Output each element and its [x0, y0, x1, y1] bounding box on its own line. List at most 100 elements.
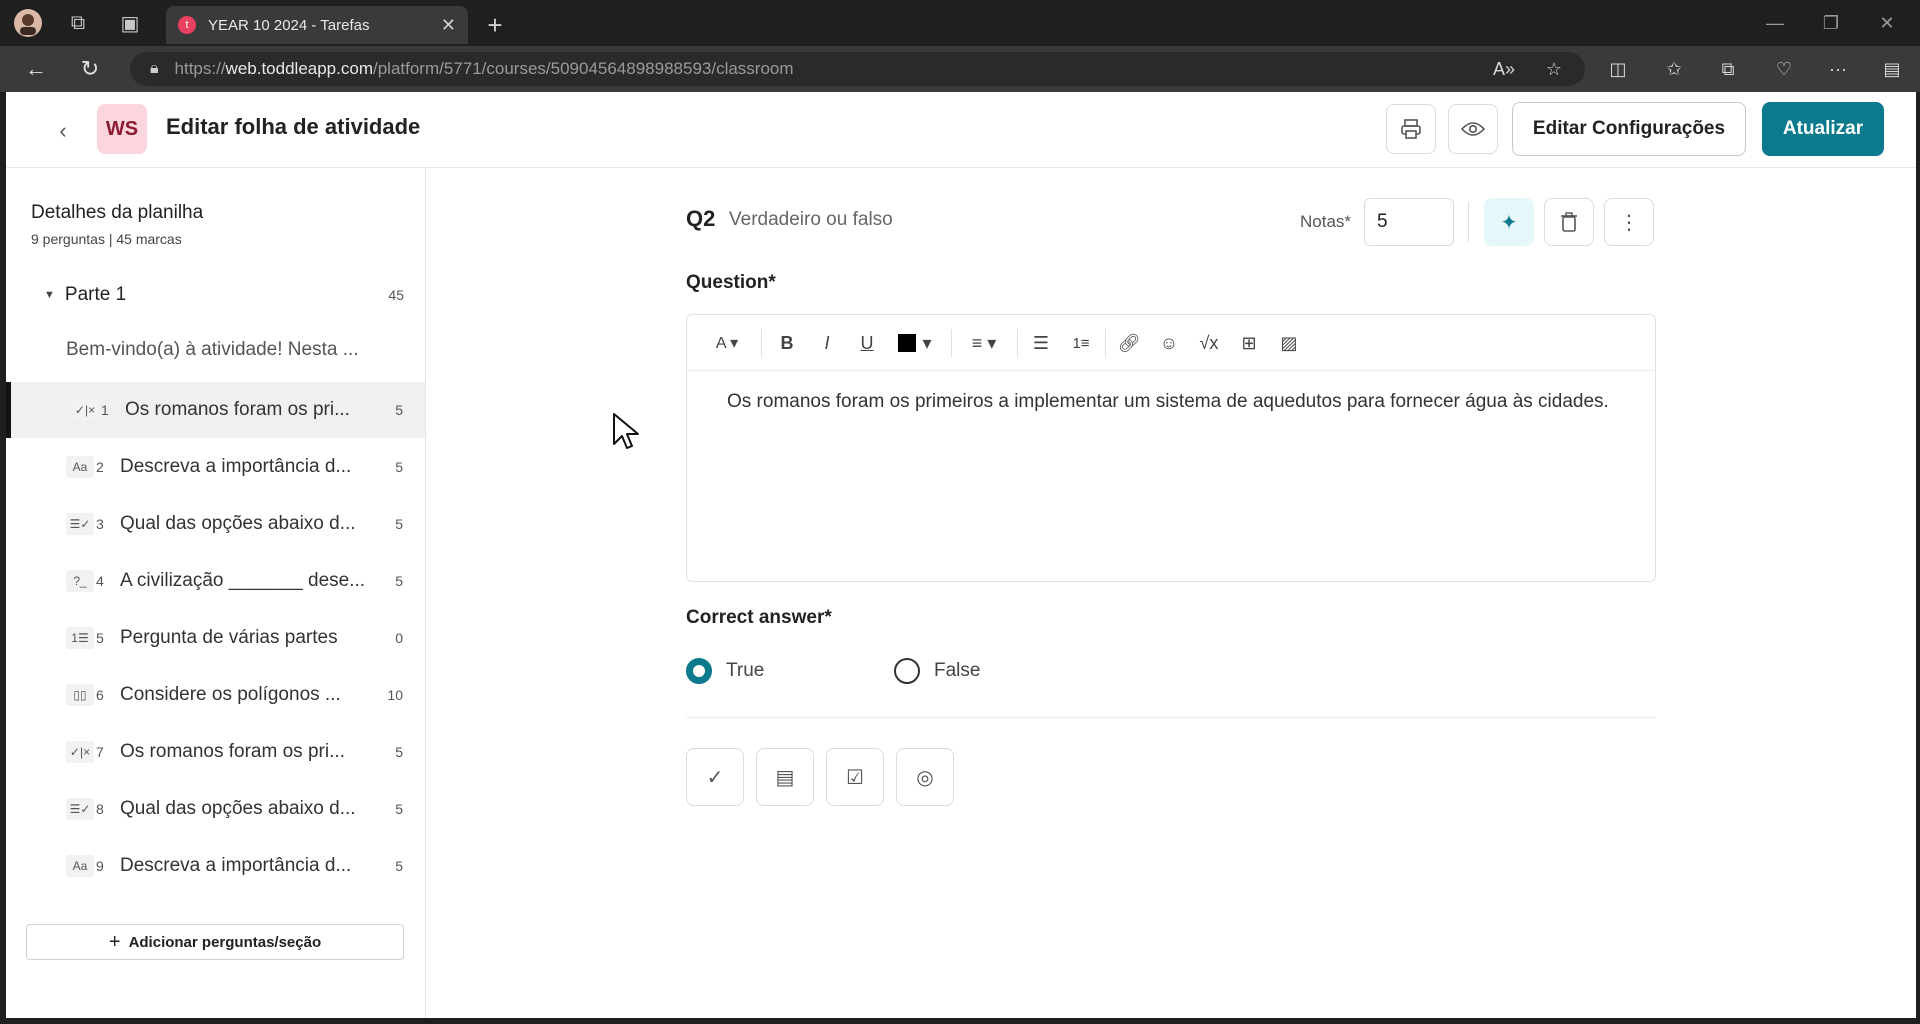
- notes-button[interactable]: ▤: [756, 748, 814, 806]
- new-tab-plus-icon[interactable]: +: [478, 8, 512, 42]
- true-false-type-icon: ✓|×: [66, 741, 94, 763]
- mouse-cursor-icon: [613, 413, 639, 449]
- profile-avatar-icon[interactable]: [8, 0, 48, 46]
- list-item[interactable]: ?_ 4 A civilização _______ dese... 5: [6, 553, 425, 609]
- browser-titlebar: ⧉ ▣ t YEAR 10 2024 - Tarefas ✕ + — ❐ ✕: [0, 0, 1920, 46]
- update-button[interactable]: Atualizar: [1762, 102, 1884, 156]
- target-button[interactable]: ◎: [896, 748, 954, 806]
- health-icon[interactable]: ♡: [1766, 52, 1802, 86]
- section-marks: 45: [388, 287, 404, 303]
- restore-icon[interactable]: ❐: [1808, 0, 1854, 46]
- align-left-dropdown[interactable]: ≡ ▾: [963, 329, 1005, 357]
- workspaces-icon[interactable]: ⧉: [58, 0, 98, 46]
- math-formula-icon[interactable]: √x: [1195, 329, 1223, 357]
- question-number: 6: [96, 687, 104, 703]
- url-input[interactable]: 🔒︎ https://web.toddleapp.com/platform/57…: [130, 52, 1585, 86]
- question-number: 8: [96, 801, 104, 817]
- question-marks: 5: [395, 801, 403, 817]
- section-part-1[interactable]: ▼ Parte 1 45: [44, 284, 404, 306]
- read-aloud-icon[interactable]: A»: [1486, 52, 1522, 86]
- link-icon[interactable]: 🔗︎: [1115, 329, 1143, 357]
- list-item[interactable]: ☰✓ 3 Qual das opções abaixo d... 5: [6, 496, 425, 552]
- app-window: ‹ WS Editar folha de atividade Editar Co…: [6, 92, 1916, 1018]
- more-options-icon[interactable]: ···: [1820, 52, 1856, 86]
- question-number: 4: [96, 573, 104, 589]
- radio-true[interactable]: True: [686, 658, 764, 684]
- question-marks: 10: [387, 687, 403, 703]
- preview-button[interactable]: [1448, 104, 1498, 154]
- clipboard-check-icon: ☑: [846, 766, 864, 789]
- divider: [761, 329, 762, 357]
- list-item[interactable]: ✓|× 1 Os romanos foram os pri... 5: [6, 382, 425, 438]
- favorite-star-icon[interactable]: ☆: [1536, 52, 1572, 86]
- check-circle-icon: ✓: [706, 766, 724, 789]
- question-number: 5: [96, 630, 104, 646]
- split-screen-icon[interactable]: ◫: [1600, 52, 1636, 86]
- window-close-icon[interactable]: ✕: [1864, 0, 1910, 46]
- print-button[interactable]: [1386, 104, 1436, 154]
- bullet-list-icon[interactable]: ☰: [1027, 329, 1055, 357]
- back-chevron-icon[interactable]: ‹: [48, 116, 78, 146]
- sparkle-icon: ✦: [1500, 211, 1518, 234]
- ai-assist-button[interactable]: ✦: [1484, 198, 1534, 246]
- add-question-section-button[interactable]: + Adicionar perguntas/seção: [26, 924, 404, 960]
- url-text: https://web.toddleapp.com/platform/5771/…: [174, 59, 794, 78]
- delete-button[interactable]: [1544, 198, 1594, 246]
- text-answer-type-icon: Aa: [66, 855, 94, 877]
- list-item[interactable]: ▯▯ 6 Considere os polígonos ... 10: [6, 667, 425, 723]
- marks-label: Notas*: [1300, 212, 1352, 231]
- underline-icon[interactable]: U: [853, 329, 881, 357]
- minimize-icon[interactable]: —: [1752, 0, 1798, 46]
- caret-down-icon[interactable]: ▼: [44, 289, 55, 301]
- list-item[interactable]: 1☰ 5 Pergunta de várias partes 0: [6, 610, 425, 666]
- radio-false[interactable]: False: [894, 658, 980, 684]
- bold-icon[interactable]: B: [773, 329, 801, 357]
- welcome-item[interactable]: Bem-vindo(a) à atividade! Nesta ...: [66, 339, 396, 361]
- back-arrow-icon[interactable]: ←: [18, 52, 54, 86]
- printer-icon: [1401, 119, 1421, 139]
- favorites-icon[interactable]: ✩: [1656, 52, 1692, 86]
- more-actions-button[interactable]: ⋮: [1604, 198, 1654, 246]
- sidebar-toggle-icon[interactable]: ▤: [1874, 52, 1910, 86]
- marks-input[interactable]: 5: [1364, 198, 1454, 246]
- refresh-icon[interactable]: ↻: [72, 52, 108, 86]
- text-answer-type-icon: Aa: [66, 456, 94, 478]
- text-color-dropdown[interactable]: ▾: [893, 329, 937, 357]
- close-icon[interactable]: ✕: [441, 15, 456, 36]
- font-size-dropdown[interactable]: A ▾: [707, 329, 747, 357]
- radio-unselected-icon[interactable]: [894, 658, 920, 684]
- browser-tab[interactable]: t YEAR 10 2024 - Tarefas ✕: [166, 6, 468, 44]
- radio-selected-icon[interactable]: [686, 658, 712, 684]
- list-item[interactable]: ✓|× 7 Os romanos foram os pri... 5: [6, 724, 425, 780]
- question-marks: 5: [395, 402, 403, 418]
- rich-text-editor: A ▾ B I U ▾ ≡ ▾ ☰ 1≡ 🔗︎ ☺ √x ⊞ ▨ Os roma…: [686, 314, 1656, 582]
- check-circle-button[interactable]: ✓: [686, 748, 744, 806]
- question-text-content[interactable]: Os romanos foram os primeiros a implemen…: [727, 389, 1627, 415]
- list-item[interactable]: Aa 9 Descreva a importância d... 5: [6, 838, 425, 894]
- question-marks: 0: [395, 630, 403, 646]
- numbered-list-icon[interactable]: 1≡: [1067, 329, 1095, 357]
- tab-actions-icon[interactable]: ▣: [110, 0, 150, 46]
- app-header: ‹ WS Editar folha de atividade Editar Co…: [6, 92, 1916, 168]
- table-icon[interactable]: ⊞: [1235, 329, 1263, 357]
- question-number: 3: [96, 516, 104, 532]
- list-item[interactable]: ☰✓ 8 Qual das opções abaixo d... 5: [6, 781, 425, 837]
- page-title: Editar folha de atividade: [166, 114, 421, 139]
- divider: [951, 329, 952, 357]
- image-icon[interactable]: ▨: [1275, 329, 1303, 357]
- emoji-icon[interactable]: ☺: [1155, 329, 1183, 357]
- clipboard-check-button[interactable]: ☑: [826, 748, 884, 806]
- address-bar-row: ← ↻ 🔒︎ https://web.toddleapp.com/platfor…: [0, 46, 1920, 92]
- multiple-choice-type-icon: ☰✓: [66, 798, 94, 820]
- worksheet-badge: WS: [97, 104, 147, 154]
- question-text: Os romanos foram os pri...: [125, 399, 350, 420]
- list-item[interactable]: Aa 2 Descreva a importância d... 5: [6, 439, 425, 495]
- lock-icon: 🔒︎: [150, 60, 159, 77]
- editor-toolbar: A ▾ B I U ▾ ≡ ▾ ☰ 1≡ 🔗︎ ☺ √x ⊞ ▨: [687, 315, 1655, 371]
- question-number: 1: [101, 402, 109, 418]
- collections-icon[interactable]: ⧉: [1710, 52, 1746, 86]
- section-label: Parte 1: [64, 284, 127, 305]
- kebab-menu-icon: ⋮: [1619, 211, 1639, 234]
- edit-settings-button[interactable]: Editar Configurações: [1512, 102, 1746, 156]
- italic-icon[interactable]: I: [813, 329, 841, 357]
